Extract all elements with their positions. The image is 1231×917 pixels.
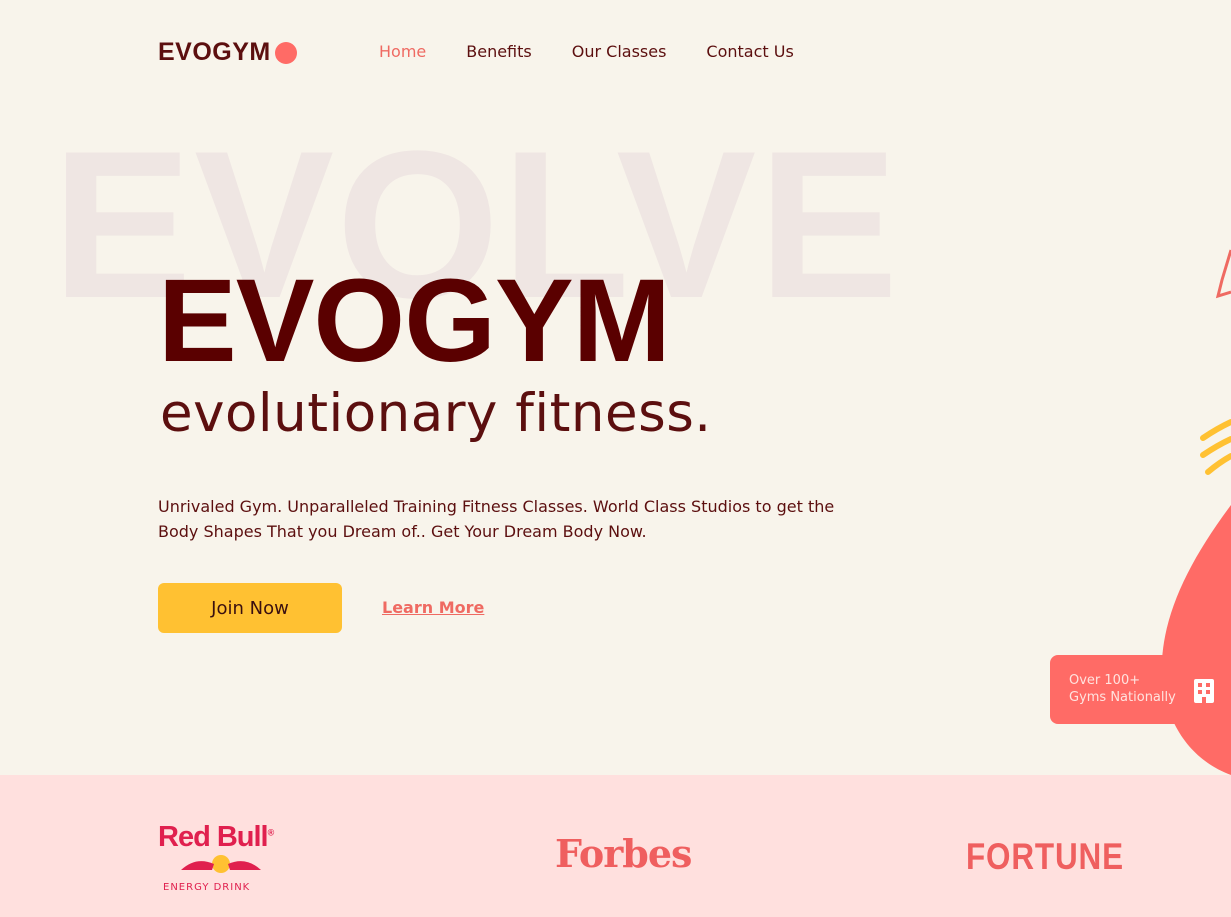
forbes-logo: Forbes	[555, 831, 692, 876]
nav-links: Home Benefits Our Classes Contact Us	[379, 42, 794, 61]
top-navbar: EVOGYM Home Benefits Our Classes Contact…	[0, 0, 1231, 105]
yellow-wave-lines	[1200, 419, 1231, 475]
brand-logo[interactable]: EVOGYM	[158, 38, 297, 67]
building-icon	[1194, 679, 1214, 703]
nav-link-contact-us[interactable]: Contact Us	[706, 42, 793, 61]
coral-star-outline	[1215, 249, 1231, 299]
hero-description: Unrivaled Gym. Unparalleled Training Fit…	[158, 497, 835, 541]
logo-text: EVOGYM	[158, 38, 271, 66]
gyms-stat-card: Over 100+ Gyms Nationally	[1050, 655, 1231, 724]
hero-subtitle: evolutionary fitness.	[160, 383, 712, 444]
nav-link-our-classes[interactable]: Our Classes	[572, 42, 667, 61]
redbull-tagline: ENERGY DRINK	[163, 882, 251, 893]
stat-text: Over 100+ Gyms Nationally	[1069, 672, 1176, 706]
learn-more-link[interactable]: Learn More	[382, 598, 484, 617]
join-now-button[interactable]: Join Now	[158, 583, 342, 633]
logo-dot-icon	[274, 41, 297, 64]
sponsors-strip: Red Bull® ENERGY DRINK Forbes FORTUNE	[0, 775, 1231, 917]
nav-link-benefits[interactable]: Benefits	[466, 42, 532, 61]
redbull-logo: Red Bull® ENERGY DRINK	[158, 821, 278, 894]
coral-blob-shape	[1161, 505, 1231, 775]
nav-link-home[interactable]: Home	[379, 42, 426, 61]
stat-line-2: Gyms Nationally	[1069, 690, 1176, 705]
redbull-wordmark: Red Bull	[158, 821, 269, 853]
hero-title: EVOGYM	[158, 255, 671, 387]
stat-line-1: Over 100+	[1069, 673, 1141, 688]
redbull-bulls-icon	[181, 855, 261, 873]
fortune-logo: FORTUNE	[966, 836, 1124, 877]
